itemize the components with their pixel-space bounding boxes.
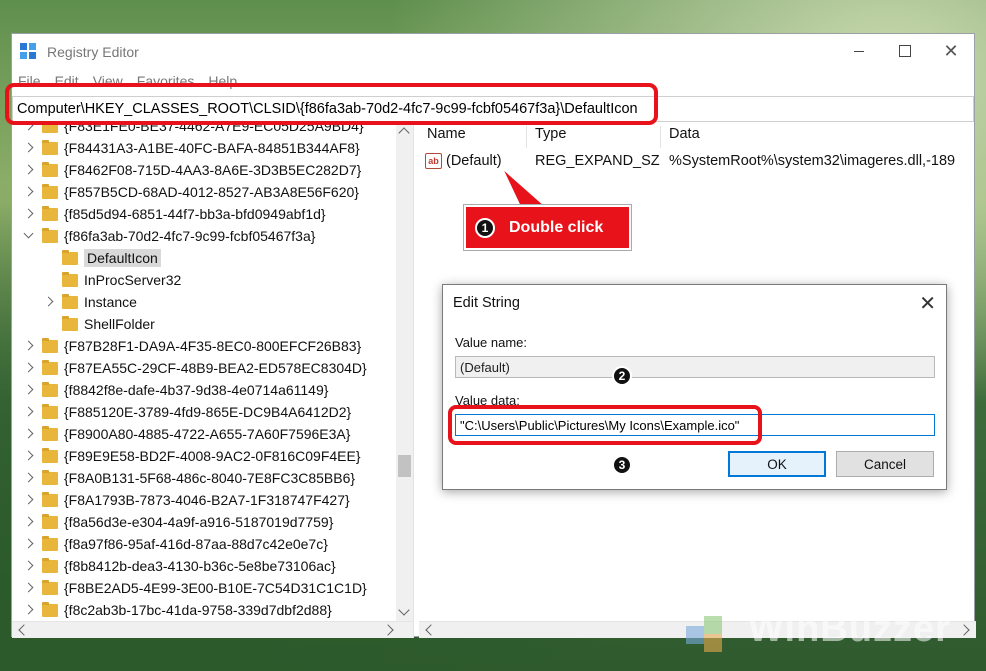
winbuzzer-logo-icon: [686, 612, 746, 660]
double-click-callout: 1 Double click: [463, 204, 632, 251]
dialog-close-icon[interactable]: ✕: [919, 291, 936, 316]
callout-text: Double click: [509, 218, 604, 236]
step-1-badge: 1: [475, 217, 495, 238]
watermark-text: WinBuzzer: [748, 608, 951, 650]
value-name-label: Value name:: [455, 335, 528, 350]
edit-string-dialog: Edit String ✕ Value name: (Default) Valu…: [442, 284, 947, 490]
callout1-pointer: [501, 167, 547, 207]
value-name-field: (Default): [455, 356, 935, 378]
step-2-badge: 2: [612, 366, 632, 386]
ok-button[interactable]: OK: [728, 451, 826, 477]
dialog-title: Edit String: [453, 295, 520, 311]
step-3-badge: 3: [612, 455, 632, 475]
value-data-highlight-box: [448, 405, 762, 445]
cancel-button[interactable]: Cancel: [836, 451, 934, 477]
